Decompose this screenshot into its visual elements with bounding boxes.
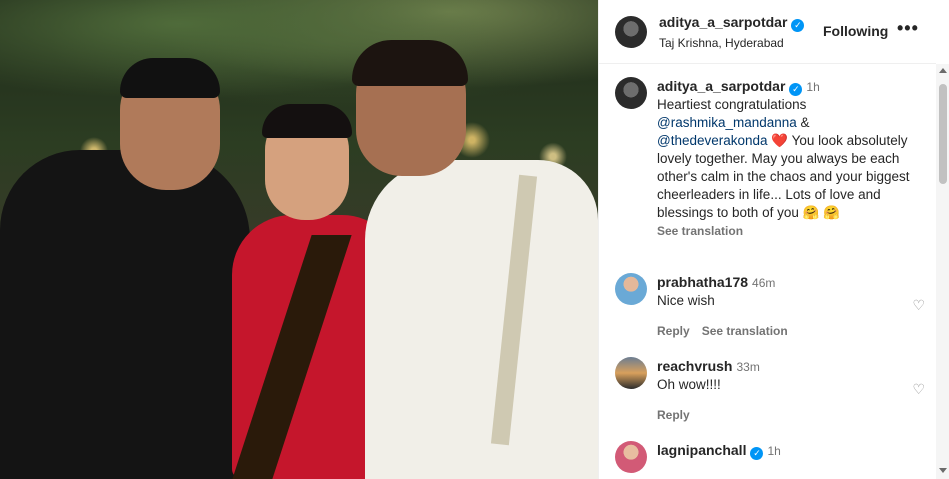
see-translation-link[interactable]: See translation xyxy=(657,224,743,238)
comment-text: Oh wow!!!! xyxy=(657,377,721,392)
comment-time[interactable]: 1h xyxy=(767,444,780,458)
comment-username[interactable]: prabhatha178 xyxy=(657,274,748,290)
caption-body: aditya_a_sarpotdar ✓ 1h Heartiest congratu… xyxy=(657,77,915,240)
person-left-hair xyxy=(120,58,220,98)
mention-link[interactable]: @thedeverakonda xyxy=(657,133,768,148)
comment-time[interactable]: 33m xyxy=(736,360,759,374)
like-heart-icon[interactable]: ♡ xyxy=(912,381,925,398)
person-left-body xyxy=(0,150,250,479)
caption-text-line1: Heartiest congratulations xyxy=(657,97,807,112)
comment-time[interactable]: 46m xyxy=(752,276,775,290)
scroll-down-arrow-icon[interactable] xyxy=(939,468,947,473)
heart-emoji: ❤️ xyxy=(767,133,792,148)
following-button[interactable]: Following xyxy=(823,23,888,39)
header-username-row: aditya_a_sarpotdar ✓ xyxy=(659,14,805,32)
verified-icon: ✓ xyxy=(789,83,803,96)
person-right-body xyxy=(365,160,598,479)
caption-username[interactable]: aditya_a_sarpotdar xyxy=(657,78,785,94)
verified-icon: ✓ xyxy=(791,19,805,32)
like-heart-icon[interactable]: ♡ xyxy=(912,297,925,314)
avatar[interactable] xyxy=(615,441,647,473)
post-photo[interactable] xyxy=(0,0,598,479)
post-header: aditya_a_sarpotdar ✓ Taj Krishna, Hyderab… xyxy=(599,0,936,64)
comment-actions: Reply xyxy=(657,406,915,424)
verified-icon: ✓ xyxy=(750,447,764,460)
comments-pane: aditya_a_sarpotdar ✓ Taj Krishna, Hyderab… xyxy=(598,0,949,479)
scroll-up-arrow-icon[interactable] xyxy=(939,68,947,73)
see-translation-link[interactable]: See translation xyxy=(702,324,788,338)
avatar[interactable] xyxy=(615,16,647,48)
more-options-icon[interactable]: ••• xyxy=(897,18,919,39)
comment-username[interactable]: lagnipanchall xyxy=(657,442,746,458)
person-right-hair xyxy=(352,40,468,86)
comment-actions: Reply See translation xyxy=(657,322,915,340)
scrollbar-thumb[interactable] xyxy=(939,84,947,184)
caption-amp: & xyxy=(796,115,810,130)
avatar[interactable] xyxy=(615,77,647,109)
reply-button[interactable]: Reply xyxy=(657,408,690,422)
avatar[interactable] xyxy=(615,273,647,305)
comments-list[interactable]: aditya_a_sarpotdar ✓ 1h Heartiest congratu… xyxy=(599,64,936,479)
avatar[interactable] xyxy=(615,357,647,389)
comment-username[interactable]: reachvrush xyxy=(657,358,732,374)
reply-button[interactable]: Reply xyxy=(657,324,690,338)
mention-link[interactable]: @rashmika_mandanna xyxy=(657,115,797,130)
scrollbar[interactable] xyxy=(936,64,949,479)
caption-time[interactable]: 1h xyxy=(806,80,819,94)
comment-text: Nice wish xyxy=(657,293,715,308)
comment-body: lagnipanchall ✓ 1h xyxy=(657,441,915,460)
comment-body: reachvrush 33m Oh wow!!!! Reply xyxy=(657,357,915,424)
location-link[interactable]: Taj Krishna, Hyderabad xyxy=(659,36,784,50)
comment-body: prabhatha178 46m Nice wish Reply See trans… xyxy=(657,273,915,340)
person-middle-hair xyxy=(262,104,352,138)
header-username[interactable]: aditya_a_sarpotdar xyxy=(659,14,787,30)
